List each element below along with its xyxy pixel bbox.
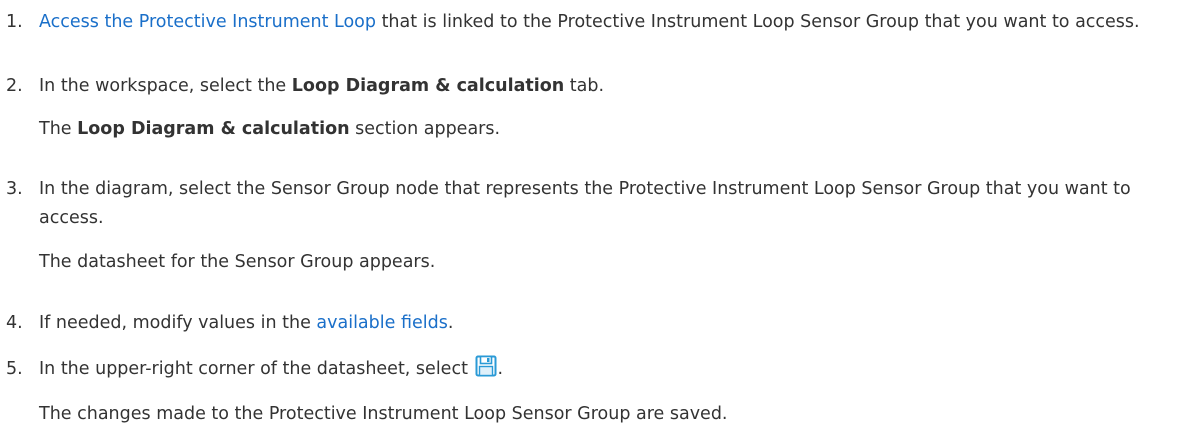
- step-text: tab.: [564, 76, 605, 96]
- result-text: section appears.: [349, 119, 501, 139]
- step-result: The changes made to the Protective Instr…: [39, 404, 728, 424]
- step-text: .: [497, 359, 504, 379]
- access-loop-link[interactable]: Access the Protective Instrument Loop: [39, 12, 376, 32]
- ui-term: Loop Diagram & calculation: [77, 119, 350, 139]
- step-command: Access the Protective Instrument Loop th…: [39, 8, 1171, 37]
- step-text: .: [447, 313, 454, 333]
- available-fields-link[interactable]: available fields: [316, 313, 447, 333]
- step-text: that is linked to the Protective Instrum…: [376, 12, 1140, 32]
- result-text: The: [39, 119, 78, 139]
- step-number: 3.: [6, 179, 23, 199]
- step-command: In the diagram, select the Sensor Group …: [39, 179, 1131, 228]
- step-result: The datasheet for the Sensor Group appea…: [39, 252, 436, 272]
- step-command: If needed, modify values in the availabl…: [39, 309, 1171, 338]
- step-number: 5.: [6, 359, 23, 379]
- step-number: 4.: [6, 313, 23, 333]
- step-number: 1.: [6, 12, 23, 32]
- step-text: In the workspace, select the: [39, 76, 292, 96]
- step-command: In the workspace, select the Loop Diagra…: [39, 72, 1171, 101]
- step-command: In the upper-right corner of the datashe…: [39, 355, 1171, 384]
- step-text: If needed, modify values in the: [39, 313, 317, 333]
- step-number: 2.: [6, 76, 23, 96]
- step-text: In the upper-right corner of the datashe…: [39, 359, 474, 379]
- step-result: The Loop Diagram & calculation section a…: [39, 115, 1171, 144]
- save-icon: [475, 355, 497, 377]
- ui-term: Loop Diagram & calculation: [291, 76, 565, 96]
